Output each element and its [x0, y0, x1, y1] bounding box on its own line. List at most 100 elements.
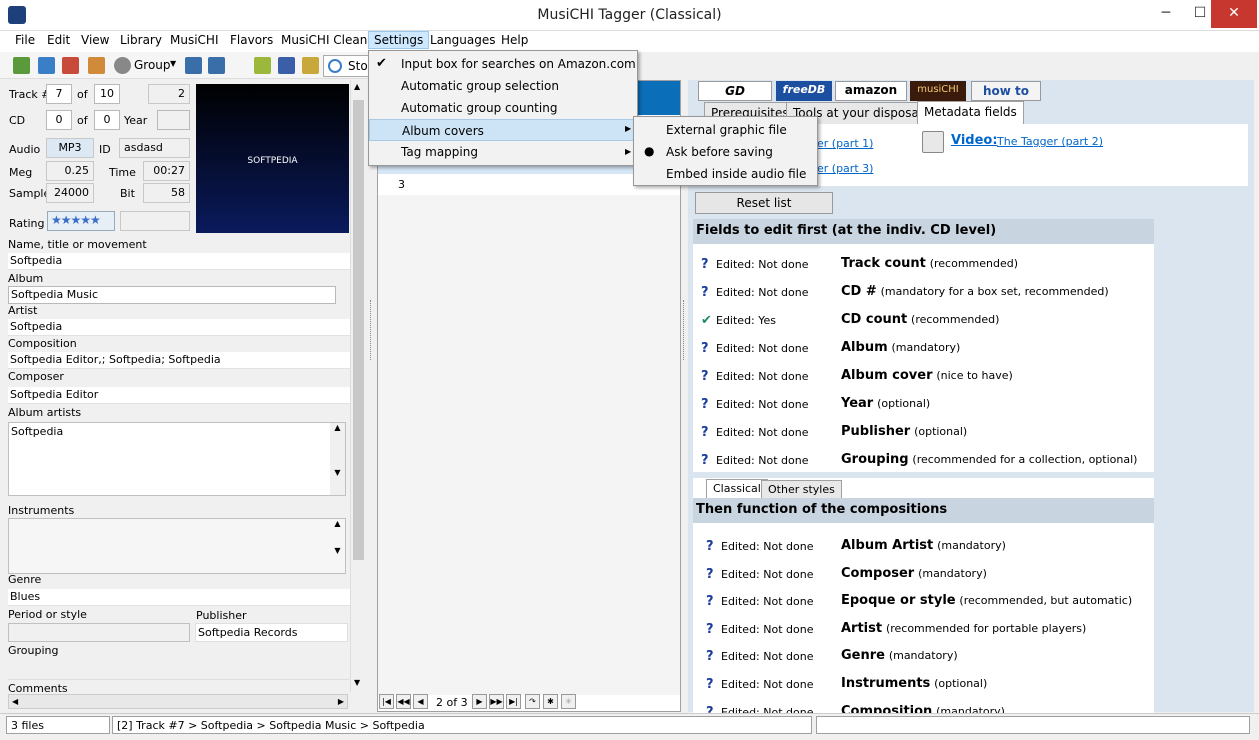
- track-total-field[interactable]: 10: [94, 84, 120, 104]
- field-name[interactable]: Artist (recommended for portable players…: [841, 621, 1086, 636]
- album-field[interactable]: Softpedia Music: [8, 286, 336, 304]
- group-label[interactable]: Group: [134, 58, 171, 72]
- group-icon[interactable]: [114, 57, 131, 74]
- menu-item-ask-before-saving[interactable]: Ask before saving: [634, 141, 817, 163]
- tab-classical[interactable]: Classical: [706, 479, 768, 498]
- menu-item-album-covers[interactable]: Album covers: [369, 119, 637, 141]
- next-page-button[interactable]: ▶: [472, 694, 487, 709]
- left-vertical-scrollbar[interactable]: ▲ ▼: [350, 80, 366, 692]
- field-note: (nice to have): [936, 369, 1013, 382]
- field-name[interactable]: Genre (mandatory): [841, 648, 958, 663]
- instruments-scrollbar[interactable]: ▲ ▼: [330, 519, 345, 573]
- menu-musichi[interactable]: MusiCHI: [170, 33, 219, 47]
- add-icon[interactable]: [254, 57, 271, 74]
- field-name[interactable]: Year (optional): [841, 396, 930, 411]
- next-ten-button[interactable]: ▶▶: [489, 694, 504, 709]
- menu-item-amazon-search[interactable]: Input box for searches on Amazon.com: [369, 53, 637, 75]
- menu-library[interactable]: Library: [120, 33, 162, 47]
- video-link-part3[interactable]: er (part 3): [817, 162, 873, 175]
- menu-edit[interactable]: Edit: [47, 33, 70, 47]
- open-icon[interactable]: [13, 57, 30, 74]
- field-name[interactable]: Grouping (recommended for a collection, …: [841, 452, 1137, 467]
- cd-total-field[interactable]: 0: [94, 110, 120, 130]
- album-cover[interactable]: SOFTPEDIA: [196, 84, 349, 233]
- menu-item-auto-group-counting[interactable]: Automatic group counting: [369, 97, 637, 119]
- genre-field[interactable]: Blues: [8, 589, 350, 606]
- cd-field[interactable]: 0: [46, 110, 72, 130]
- field-name[interactable]: Track count (recommended): [841, 256, 1018, 271]
- artist-field[interactable]: Softpedia: [8, 319, 350, 336]
- tree-icon[interactable]: [185, 57, 202, 74]
- field-status: Edited: Not done: [716, 286, 809, 299]
- reset-list-button[interactable]: Reset list: [695, 192, 833, 214]
- list-icon[interactable]: [208, 57, 225, 74]
- left-panel: Track # 7 of 10 2 CD 0 of 0 Year Audio M…: [0, 80, 370, 712]
- menu-file[interactable]: File: [15, 33, 35, 47]
- last-page-button[interactable]: ▶|: [506, 694, 521, 709]
- radio-dot-icon: ●: [644, 144, 655, 158]
- save-icon[interactable]: [278, 57, 295, 74]
- video-link-part2[interactable]: The Tagger (part 2): [997, 135, 1103, 148]
- menu-languages[interactable]: Languages: [430, 33, 495, 47]
- instruments-field[interactable]: [8, 518, 346, 574]
- field-name[interactable]: Album Artist (mandatory): [841, 538, 1006, 553]
- album-covers-submenu: External graphic file Ask before saving …: [633, 116, 818, 186]
- field-name[interactable]: Publisher (optional): [841, 424, 967, 439]
- field-name[interactable]: Album (mandatory): [841, 340, 960, 355]
- logo-freedb[interactable]: freeDB: [776, 81, 832, 101]
- stop-button[interactable]: Stop: [323, 55, 375, 77]
- album-artists-scrollbar[interactable]: ▲ ▼: [330, 423, 345, 495]
- field-name[interactable]: Instruments (optional): [841, 676, 987, 691]
- status-extra: [816, 716, 1250, 734]
- field-name[interactable]: Epoque or style (recommended, but automa…: [841, 593, 1132, 608]
- puzzle-icon[interactable]: [88, 57, 105, 74]
- video-icon[interactable]: [922, 131, 944, 153]
- composer-field[interactable]: Softpedia Editor: [8, 387, 350, 404]
- prev-ten-button[interactable]: ◀◀: [396, 694, 411, 709]
- publisher-field[interactable]: Softpedia Records: [195, 623, 348, 642]
- star-icon[interactable]: ✱: [543, 694, 558, 709]
- sparkle-icon[interactable]: ✳: [561, 694, 576, 709]
- comments-scrollbar[interactable]: ◀ ▶: [8, 694, 348, 709]
- logo-amazon[interactable]: amazon: [835, 81, 907, 101]
- splitter-handle[interactable]: [370, 300, 375, 360]
- menu-item-auto-group-selection[interactable]: Automatic group selection: [369, 75, 637, 97]
- tab-other-styles[interactable]: Other styles: [761, 480, 842, 498]
- folder-icon[interactable]: [302, 57, 319, 74]
- refresh-icon[interactable]: [38, 57, 55, 74]
- rating-stars[interactable]: ★★★★★: [47, 211, 115, 231]
- logo-howto[interactable]: how to: [971, 81, 1041, 101]
- logo-gd[interactable]: GD: [698, 81, 772, 101]
- field-name[interactable]: Composer (mandatory): [841, 566, 987, 581]
- grouping-field[interactable]: [8, 660, 349, 680]
- edit-icon[interactable]: [62, 57, 79, 74]
- field-name[interactable]: Album cover (nice to have): [841, 368, 1013, 383]
- close-button[interactable]: ✕: [1211, 0, 1257, 28]
- menu-settings[interactable]: Settings: [368, 31, 430, 49]
- menu-item-external-graphic[interactable]: External graphic file: [634, 119, 817, 141]
- menu-item-embed-audio[interactable]: Embed inside audio file: [634, 163, 817, 185]
- tab-metadata-fields[interactable]: Metadata fields: [917, 101, 1024, 125]
- menu-musichi-clean[interactable]: MusiCHI Clean: [281, 33, 367, 47]
- redo-icon[interactable]: ↷: [525, 694, 540, 709]
- field-name[interactable]: CD # (mandatory for a box set, recommend…: [841, 284, 1109, 299]
- video-link-part1[interactable]: er (part 1): [817, 137, 873, 150]
- period-field[interactable]: [8, 623, 190, 642]
- chevron-down-icon[interactable]: ▼: [170, 59, 176, 68]
- composition-field[interactable]: Softpedia Editor,; Softpedia; Softpedia: [8, 352, 350, 369]
- prev-page-button[interactable]: ◀: [413, 694, 428, 709]
- name-field[interactable]: Softpedia: [8, 253, 350, 270]
- logo-musichi[interactable]: musiCHI: [910, 81, 966, 101]
- track-row-3[interactable]: 3: [398, 178, 405, 191]
- field-name[interactable]: CD count (recommended): [841, 312, 999, 327]
- menu-item-tag-mapping[interactable]: Tag mapping: [369, 141, 637, 163]
- year-field[interactable]: [157, 110, 190, 130]
- menu-help[interactable]: Help: [501, 33, 528, 47]
- question-icon: ?: [701, 425, 709, 440]
- first-page-button[interactable]: |◀: [379, 694, 394, 709]
- track-number-field[interactable]: 7: [46, 84, 72, 104]
- menu-view[interactable]: View: [81, 33, 109, 47]
- menu-flavors[interactable]: Flavors: [230, 33, 273, 47]
- album-artists-field[interactable]: Softpedia: [8, 422, 346, 496]
- video-label[interactable]: Video:: [951, 133, 998, 148]
